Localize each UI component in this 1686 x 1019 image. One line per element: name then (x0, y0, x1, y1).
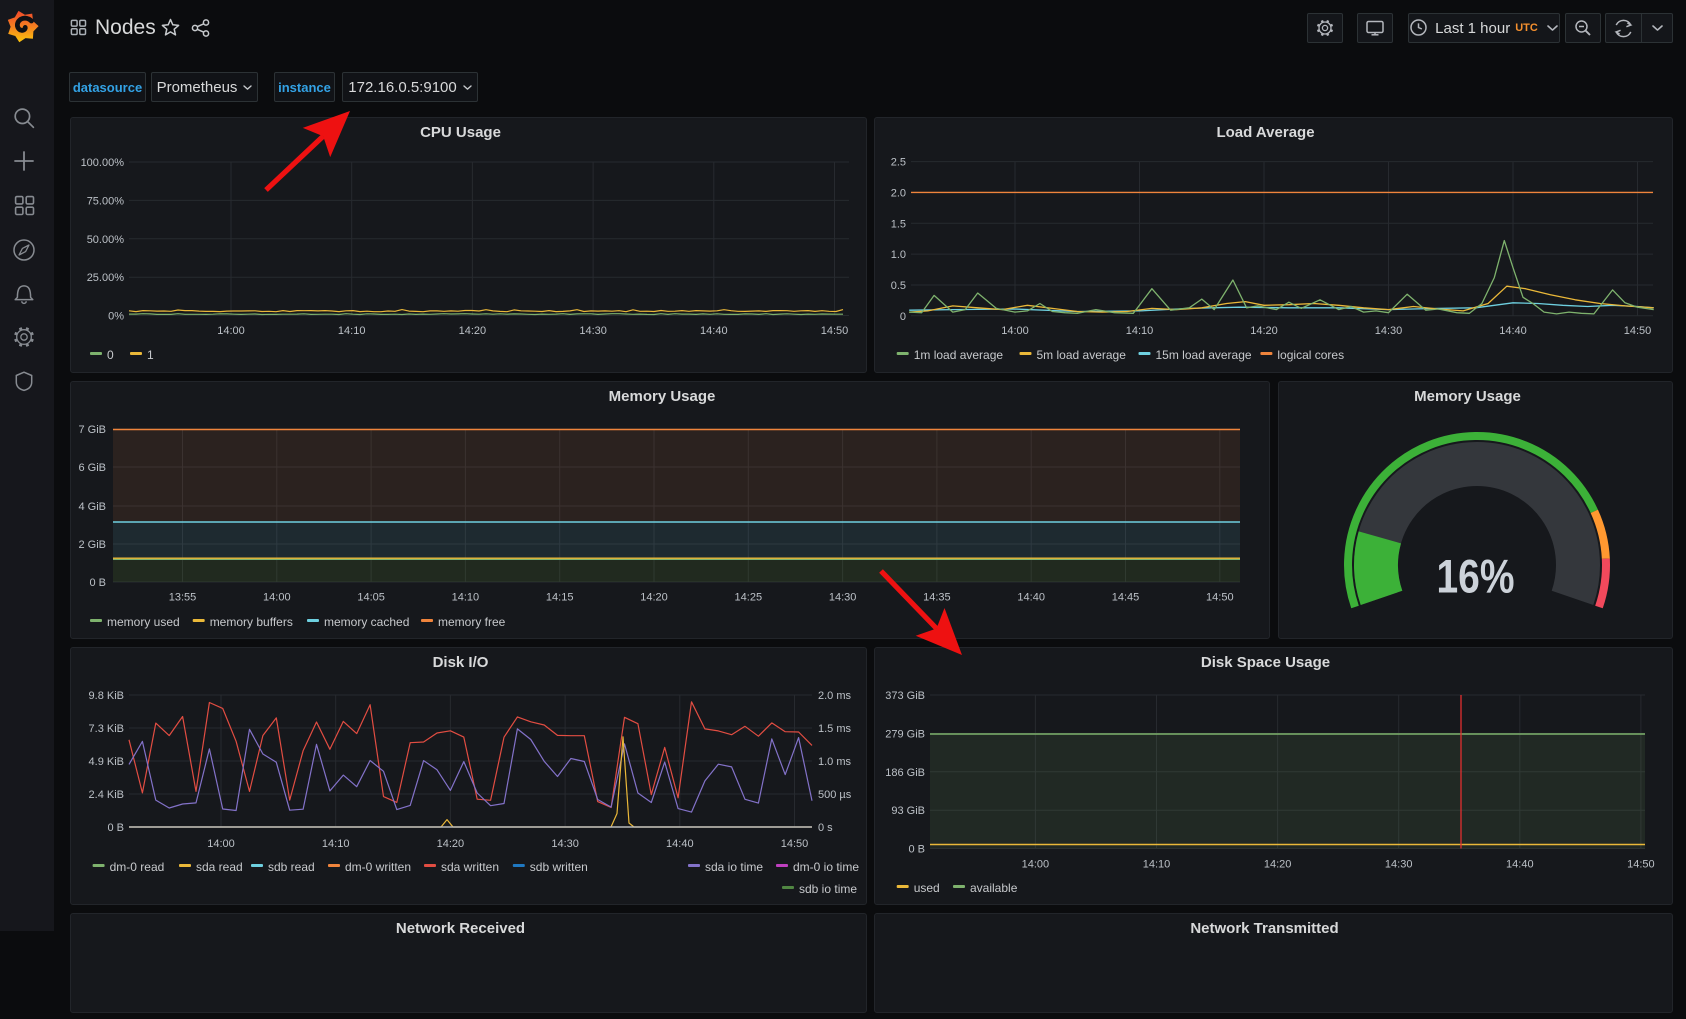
svg-text:1.5: 1.5 (891, 218, 906, 230)
svg-text:2.4 KiB: 2.4 KiB (89, 789, 124, 801)
svg-text:14:45: 14:45 (1112, 592, 1140, 604)
svg-text:14:10: 14:10 (1143, 859, 1171, 871)
svg-text:14:10: 14:10 (1126, 325, 1154, 337)
svg-text:50.00%: 50.00% (87, 234, 125, 246)
svg-text:5m load average: 5m load average (1037, 348, 1127, 362)
svg-text:373 GiB: 373 GiB (885, 690, 925, 702)
svg-text:sda read: sda read (196, 860, 243, 874)
svg-text:0%: 0% (108, 311, 124, 323)
svg-text:0.5: 0.5 (891, 280, 906, 292)
svg-text:memory used: memory used (107, 615, 180, 629)
svg-text:sdb read: sdb read (268, 860, 315, 874)
svg-text:Disk Space Usage: Disk Space Usage (1201, 654, 1330, 671)
svg-text:14:30: 14:30 (579, 325, 607, 337)
svg-text:279 GiB: 279 GiB (885, 728, 925, 740)
svg-text:14:20: 14:20 (1264, 859, 1292, 871)
svg-text:6 GiB: 6 GiB (78, 462, 106, 474)
svg-text:CPU Usage: CPU Usage (420, 124, 501, 141)
svg-text:available: available (970, 881, 1018, 895)
svg-text:7.3 KiB: 7.3 KiB (89, 723, 124, 735)
svg-text:14:15: 14:15 (546, 592, 574, 604)
svg-text:1: 1 (147, 348, 154, 362)
svg-text:14:40: 14:40 (1017, 592, 1045, 604)
svg-text:14:30: 14:30 (1385, 859, 1413, 871)
svg-text:186 GiB: 186 GiB (885, 767, 925, 779)
svg-text:14:30: 14:30 (1375, 325, 1403, 337)
svg-text:14:30: 14:30 (551, 838, 579, 850)
svg-text:Disk I/O: Disk I/O (433, 654, 489, 671)
svg-text:93 GiB: 93 GiB (891, 805, 925, 817)
svg-text:14:50: 14:50 (1206, 592, 1234, 604)
svg-text:1.0 ms: 1.0 ms (818, 756, 852, 768)
svg-text:13:55: 13:55 (169, 592, 197, 604)
svg-text:1.5 ms: 1.5 ms (818, 723, 852, 735)
svg-text:14:00: 14:00 (1022, 859, 1050, 871)
svg-text:1m load average: 1m load average (914, 348, 1004, 362)
svg-text:14:00: 14:00 (263, 592, 291, 604)
svg-text:14:20: 14:20 (437, 838, 465, 850)
svg-text:16%: 16% (1437, 550, 1515, 603)
svg-text:Memory Usage: Memory Usage (609, 388, 716, 405)
svg-text:14:50: 14:50 (1627, 859, 1655, 871)
svg-text:14:40: 14:40 (666, 838, 694, 850)
svg-text:sdb written: sdb written (530, 860, 588, 874)
svg-text:0 B: 0 B (107, 822, 124, 834)
svg-text:0 B: 0 B (908, 844, 925, 856)
svg-text:memory free: memory free (438, 615, 506, 629)
svg-text:dm-0 written: dm-0 written (345, 860, 411, 874)
svg-text:sdb io time: sdb io time (799, 882, 857, 896)
svg-text:14:30: 14:30 (829, 592, 857, 604)
svg-text:14:40: 14:40 (700, 325, 728, 337)
svg-text:2.0: 2.0 (891, 187, 906, 199)
svg-text:0: 0 (900, 311, 906, 323)
svg-text:14:50: 14:50 (1624, 325, 1652, 337)
svg-text:14:20: 14:20 (459, 325, 487, 337)
svg-text:14:00: 14:00 (217, 325, 245, 337)
svg-text:0 B: 0 B (89, 577, 106, 589)
svg-text:Memory Usage: Memory Usage (1414, 388, 1521, 405)
svg-text:2 GiB: 2 GiB (78, 539, 106, 551)
svg-text:14:10: 14:10 (322, 838, 350, 850)
svg-text:1.0: 1.0 (891, 249, 906, 261)
svg-text:Network Transmitted: Network Transmitted (1190, 920, 1338, 937)
svg-text:Network Received: Network Received (396, 920, 525, 937)
svg-text:dm-0 io time: dm-0 io time (793, 860, 859, 874)
svg-text:0 s: 0 s (818, 822, 833, 834)
svg-text:25.00%: 25.00% (87, 272, 125, 284)
svg-text:14:40: 14:40 (1506, 859, 1534, 871)
svg-text:14:05: 14:05 (357, 592, 385, 604)
svg-text:Load Average: Load Average (1216, 124, 1314, 141)
svg-text:2.5: 2.5 (891, 157, 906, 169)
svg-text:4.9 KiB: 4.9 KiB (89, 756, 124, 768)
svg-text:logical cores: logical cores (1277, 348, 1344, 362)
svg-text:0: 0 (107, 348, 114, 362)
svg-text:75.00%: 75.00% (87, 195, 125, 207)
svg-text:14:00: 14:00 (1001, 325, 1029, 337)
svg-text:14:20: 14:20 (1250, 325, 1278, 337)
svg-text:dm-0 read: dm-0 read (110, 860, 165, 874)
svg-text:14:50: 14:50 (821, 325, 849, 337)
svg-text:9.8 KiB: 9.8 KiB (89, 690, 124, 702)
svg-text:500 µs: 500 µs (818, 789, 852, 801)
svg-text:14:10: 14:10 (338, 325, 366, 337)
svg-text:memory cached: memory cached (324, 615, 409, 629)
svg-text:14:35: 14:35 (923, 592, 951, 604)
svg-text:14:25: 14:25 (735, 592, 763, 604)
svg-text:used: used (914, 881, 940, 895)
svg-text:memory buffers: memory buffers (210, 615, 293, 629)
svg-text:15m load average: 15m load average (1156, 348, 1252, 362)
svg-text:7 GiB: 7 GiB (78, 424, 106, 436)
svg-text:14:40: 14:40 (1499, 325, 1527, 337)
svg-text:14:10: 14:10 (452, 592, 480, 604)
svg-text:4 GiB: 4 GiB (78, 501, 106, 513)
svg-text:14:50: 14:50 (781, 838, 809, 850)
svg-text:100.00%: 100.00% (81, 157, 125, 169)
svg-text:sda io time: sda io time (705, 860, 763, 874)
svg-text:14:20: 14:20 (640, 592, 668, 604)
svg-text:2.0 ms: 2.0 ms (818, 690, 852, 702)
svg-text:14:00: 14:00 (207, 838, 235, 850)
svg-text:sda written: sda written (441, 860, 499, 874)
